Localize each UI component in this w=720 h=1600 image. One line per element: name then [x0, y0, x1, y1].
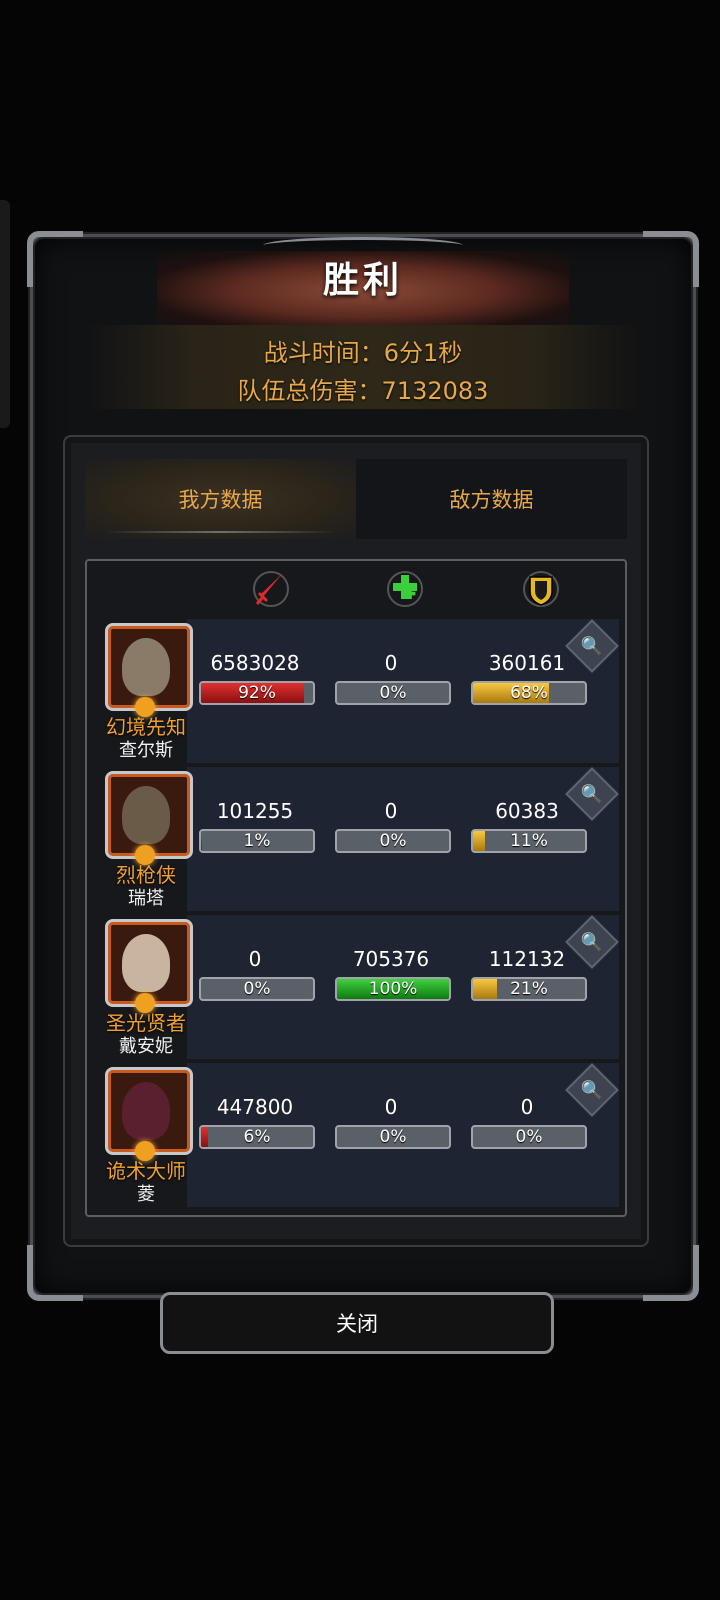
hero-portrait-image — [122, 1082, 170, 1140]
tab-our-data[interactable]: 我方数据 — [85, 459, 356, 539]
sword-icon — [253, 571, 289, 607]
tank-bar: 0% — [471, 1125, 587, 1149]
page-title: 胜利 — [322, 260, 403, 301]
damage-percent: 6% — [243, 1127, 271, 1147]
shield-icon — [523, 571, 559, 607]
hero-row: 诡术大师 菱 447800 6% 0 0% 0 0% 🔍 — [91, 1063, 619, 1207]
stats-container: 我方数据 敌方数据 幻境先知 查尔斯 6583028 92% 0 0% 3601… — [63, 435, 649, 1247]
hero-row: 烈枪侠 瑞塔 101255 1% 0 0% 60383 11% 🔍 — [91, 767, 619, 911]
tab-enemy-data[interactable]: 敌方数据 — [356, 459, 627, 539]
heal-value: 705376 — [352, 947, 430, 971]
damage-bar: 1% — [199, 829, 315, 853]
damage-value: 101255 — [216, 799, 294, 823]
battle-result-panel: 胜利 战斗时间：6分1秒 队伍总伤害：7132083 我方数据 敌方数据 幻境先… — [27, 231, 699, 1301]
hero-name: 查尔斯 — [119, 740, 173, 761]
tank-bar: 11% — [471, 829, 587, 853]
heal-percent: 100% — [368, 979, 418, 999]
heal-bar: 100% — [335, 977, 451, 1001]
heal-percent: 0% — [379, 1127, 407, 1147]
tank-percent: 11% — [510, 831, 548, 851]
damage-value: 447800 — [216, 1095, 294, 1119]
tank-percent: 68% — [510, 683, 548, 703]
screen-edge-handle — [0, 200, 10, 428]
hero-row: 圣光贤者 戴安妮 0 0% 705376 100% 112132 21% 🔍 — [91, 915, 619, 1059]
stats-table: 幻境先知 查尔斯 6583028 92% 0 0% 360161 68% 🔍 烈… — [85, 559, 627, 1217]
damage-value: 6583028 — [210, 651, 300, 675]
heal-bar: 0% — [335, 829, 451, 853]
heal-value: 0 — [384, 799, 398, 823]
hero-name: 瑞塔 — [128, 888, 164, 909]
tank-value: 112132 — [488, 947, 566, 971]
tab-bar: 我方数据 敌方数据 — [85, 459, 627, 539]
tank-bar: 21% — [471, 977, 587, 1001]
damage-percent: 1% — [243, 831, 271, 851]
heal-bar: 0% — [335, 1125, 451, 1149]
team-damage: 队伍总伤害：7132083 — [237, 377, 489, 405]
hero-portrait-image — [122, 934, 170, 992]
heal-percent: 0% — [379, 683, 407, 703]
tank-value: 0 — [520, 1095, 534, 1119]
tank-bar: 68% — [471, 681, 587, 705]
damage-percent: 0% — [243, 979, 271, 999]
tank-percent: 0% — [515, 1127, 543, 1147]
frame-corner — [27, 1245, 83, 1301]
heal-cross-icon — [387, 571, 423, 607]
hero-portrait-image — [122, 786, 170, 844]
tank-value: 60383 — [495, 799, 559, 823]
tank-value: 360161 — [488, 651, 566, 675]
hero-name: 戴安妮 — [119, 1036, 173, 1057]
tank-percent: 21% — [510, 979, 548, 999]
damage-value: 0 — [248, 947, 262, 971]
hero-row: 幻境先知 查尔斯 6583028 92% 0 0% 360161 68% 🔍 — [91, 619, 619, 763]
frame-corner — [643, 1245, 699, 1301]
close-button[interactable]: 关闭 — [160, 1292, 554, 1354]
damage-bar: 6% — [199, 1125, 315, 1149]
heal-bar: 0% — [335, 681, 451, 705]
damage-bar: 92% — [199, 681, 315, 705]
battle-time: 战斗时间：6分1秒 — [263, 339, 463, 367]
heal-value: 0 — [384, 651, 398, 675]
hero-name: 菱 — [137, 1184, 155, 1205]
damage-bar: 0% — [199, 977, 315, 1001]
damage-percent: 92% — [238, 683, 276, 703]
hero-portrait-image — [122, 638, 170, 696]
heal-percent: 0% — [379, 831, 407, 851]
heal-value: 0 — [384, 1095, 398, 1119]
